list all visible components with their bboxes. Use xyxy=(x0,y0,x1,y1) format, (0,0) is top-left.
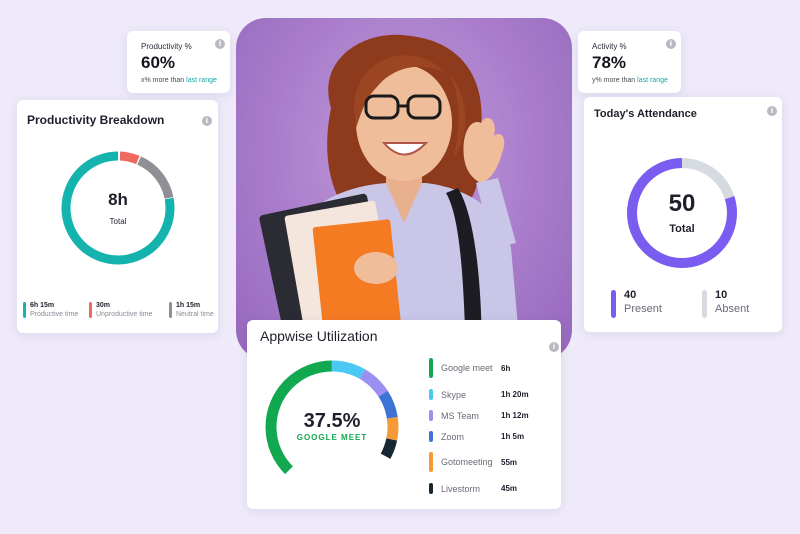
activity-stat-card: Activity % i 78% y% more than last range xyxy=(578,31,681,93)
productivity-stat-note: x% more than last range xyxy=(141,77,217,84)
last-range-link[interactable]: last range xyxy=(186,77,217,84)
app-swatch xyxy=(429,452,433,472)
absent-label: Absent xyxy=(715,303,750,315)
legend-value: 1h 15m xyxy=(176,302,201,309)
legend-label: Productive time xyxy=(30,311,79,318)
productivity-center-value: 8h xyxy=(108,190,128,209)
app-name: Zoom xyxy=(441,431,465,442)
legend-label: Unproductive time xyxy=(96,311,153,318)
legend-item-neutral: 1h 15m Neutral time xyxy=(169,301,214,319)
person-illustration xyxy=(259,34,521,360)
app-value: 6h xyxy=(501,363,511,373)
app-swatch xyxy=(429,431,433,442)
productivity-donut: 8h Total xyxy=(61,151,175,265)
productivity-stat-title: Productivity % xyxy=(141,42,192,51)
app-value: 1h 5m xyxy=(501,432,525,441)
app-value: 1h 20m xyxy=(501,390,529,399)
app-row-google-meet: Google meet 6h xyxy=(429,358,539,378)
info-icon[interactable]: i xyxy=(215,39,225,49)
legend-swatch-unproductive xyxy=(89,302,92,318)
activity-stat-note-text: y% more than xyxy=(592,77,638,84)
info-icon[interactable]: i xyxy=(549,342,559,352)
app-swatch xyxy=(429,410,433,421)
app-swatch xyxy=(429,389,433,400)
legend-item-present: 40 Present xyxy=(611,289,662,318)
productivity-stat-card: Productivity % i 60% x% more than last r… xyxy=(127,31,230,93)
legend-value: 30m xyxy=(96,302,111,309)
hero-photo xyxy=(236,18,572,360)
app-swatch xyxy=(429,358,433,378)
legend-value: 6h 15m xyxy=(30,302,55,309)
app-name: Gotomeeting xyxy=(441,457,493,467)
app-swatch xyxy=(429,483,433,494)
activity-stat-title: Activity % xyxy=(592,42,627,51)
app-name: Google meet xyxy=(441,363,493,373)
productivity-stat-value: 60% xyxy=(141,53,176,72)
app-value: 45m xyxy=(501,484,518,493)
app-name: MS Team xyxy=(441,410,479,421)
legend-item-unproductive: 30m Unproductive time xyxy=(89,301,152,319)
legend-item-absent: 10 Absent xyxy=(702,289,749,318)
app-name: Skype xyxy=(441,389,467,400)
app-row-livestorm: Livestorm 45m xyxy=(429,483,539,494)
present-value: 40 xyxy=(624,289,637,301)
activity-stat-value: 78% xyxy=(592,53,627,72)
attendance-center-value: 50 xyxy=(669,190,696,217)
app-value: 55m xyxy=(501,457,518,467)
app-row-skype: Skype 1h 20m xyxy=(429,389,539,400)
app-row-gotomeeting: Gotomeeting 55m xyxy=(429,452,539,472)
present-label: Present xyxy=(624,303,662,315)
utilization-center-label: GOOGLE MEET xyxy=(297,433,368,442)
utilization-center-value: 37.5% xyxy=(304,410,361,432)
legend-swatch-present xyxy=(611,290,616,318)
legend-swatch-productive xyxy=(23,302,26,318)
utilization-donut: 37.5% GOOGLE MEET xyxy=(265,360,399,494)
legend-swatch-neutral xyxy=(169,302,172,318)
app-value: 1h 12m xyxy=(501,411,529,420)
attendance-card: Today's Attendance i 50 Total 40 Present… xyxy=(584,97,782,332)
app-row-zoom: Zoom 1h 5m xyxy=(429,431,539,442)
utilization-card: Appwise Utilization i 37.5% GOOGLE MEET … xyxy=(247,320,561,509)
last-range-link[interactable]: last range xyxy=(637,77,668,84)
legend-label: Neutral time xyxy=(176,311,214,318)
legend-item-productive: 6h 15m Productive time xyxy=(23,301,78,319)
productivity-center-label: Total xyxy=(110,217,127,226)
app-row-ms-team: MS Team 1h 12m xyxy=(429,410,539,421)
absent-value: 10 xyxy=(715,289,728,301)
activity-stat-note: y% more than last range xyxy=(592,77,668,84)
productivity-stat-note-text: x% more than xyxy=(141,77,187,84)
attendance-center-label: Total xyxy=(669,223,694,235)
productivity-breakdown-card: Productivity Breakdown i 8h Total 6h 15m… xyxy=(17,100,218,333)
app-name: Livestorm xyxy=(441,483,481,494)
legend-swatch-absent xyxy=(702,290,707,318)
info-icon[interactable]: i xyxy=(666,39,676,49)
